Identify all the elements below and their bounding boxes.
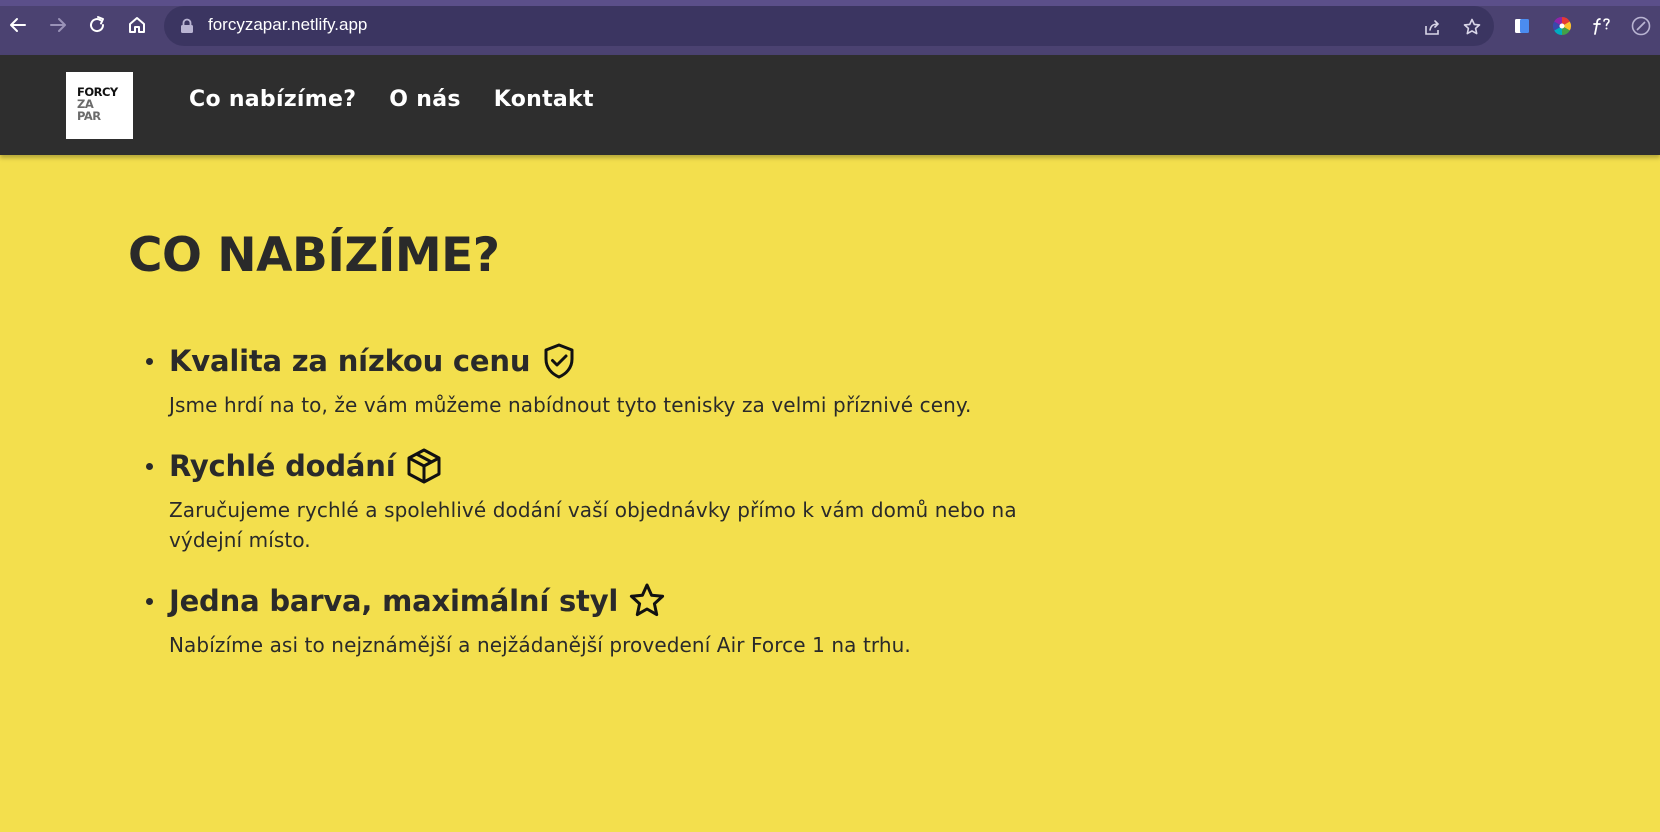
star-outline-icon [1463,18,1481,35]
page-title: CO NABÍZÍME? [128,228,500,283]
feature-list: Kvalita za nízkou cenu Jsme hrdí na to, … [128,341,1128,660]
feature-title-text: Jedna barva, maximální styl [169,584,619,618]
feature-description: Zaručujeme rychlé a spolehlivé dodání va… [169,498,1017,552]
share-icon [1425,20,1440,35]
feature-description: Nabízíme asi to nejznámější a nejžádaněj… [169,633,911,657]
home-icon [129,17,145,33]
color-wheel-icon [1552,16,1572,36]
forward-button[interactable] [43,10,73,40]
arrow-left-icon [10,18,26,32]
address-bar[interactable]: forcyzapar.netlify.app [164,6,1494,46]
logo-line-3: PAR [77,109,101,123]
feature-title: Jedna barva, maximální styl [169,581,1128,621]
feature-description: Jsme hrdí na to, že vám můžeme nabídnout… [169,393,972,417]
shield-check-icon [540,342,578,380]
font-question-icon [1593,18,1610,35]
feature-title-text: Rychlé dodání [169,449,396,483]
list-item: Jedna barva, maximální styl Nabízíme asi… [146,581,1128,660]
list-item: Kvalita za nízkou cenu Jsme hrdí na to, … [146,341,1128,420]
site-header: FORCY ZA PAR Co nabízíme? O nás Kontakt [0,55,1660,155]
extension-button-4[interactable] [1628,13,1654,39]
extension-cards-icon [1515,19,1529,33]
reload-icon [90,16,105,33]
main-content: CO NABÍZÍME? Kvalita za nízkou cenu Jsme… [128,228,1128,686]
list-item: Rychlé dodání Zaručujeme rychlé a spoleh… [146,446,1128,555]
url-text: forcyzapar.netlify.app [208,15,368,34]
bookmark-button[interactable] [1460,15,1484,39]
extension-button-3[interactable] [1589,13,1615,39]
nav-link-o-nas[interactable]: O nás [389,87,460,112]
logo[interactable]: FORCY ZA PAR [66,72,133,139]
reload-button[interactable] [82,10,112,40]
compass-icon [1631,16,1651,36]
feature-title-text: Kvalita za nízkou cenu [169,344,531,378]
feature-title: Rychlé dodání [169,446,1128,486]
share-button[interactable] [1420,15,1444,39]
home-button[interactable] [122,10,152,40]
arrow-right-icon [50,18,66,32]
nav-link-kontakt[interactable]: Kontakt [494,87,594,112]
star-icon [628,582,666,620]
extension-button-1[interactable] [1509,13,1535,39]
feature-title: Kvalita za nízkou cenu [169,341,1128,381]
extension-button-2[interactable] [1549,13,1575,39]
main-nav: Co nabízíme? O nás Kontakt [189,87,594,112]
package-icon [405,447,443,485]
nav-link-co-nabizime[interactable]: Co nabízíme? [189,87,356,112]
back-button[interactable] [3,10,33,40]
lock-icon [181,18,193,33]
